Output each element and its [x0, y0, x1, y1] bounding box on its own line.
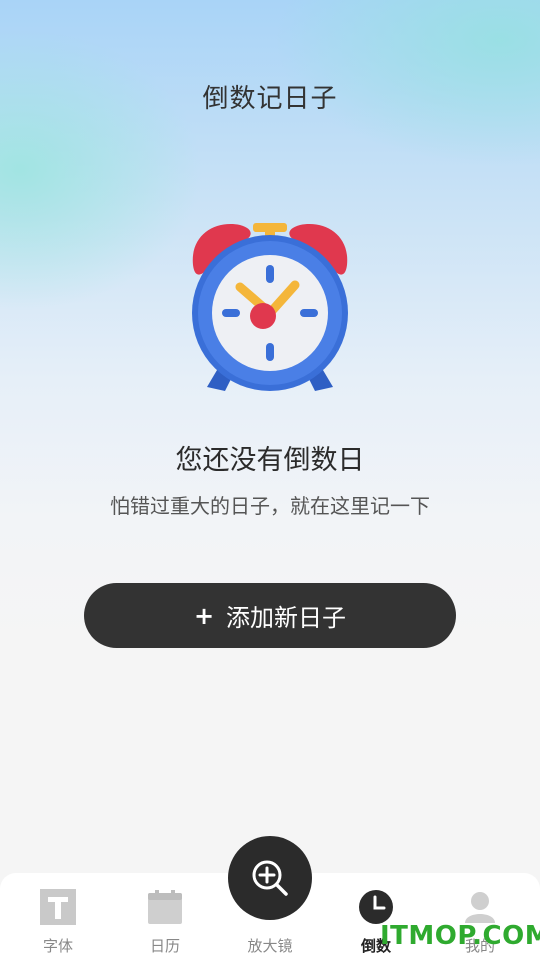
empty-state-subtitle: 怕错过重大的日子，就在这里记一下	[110, 494, 430, 518]
plus-icon: +	[193, 601, 215, 630]
empty-state-title: 您还没有倒数日	[175, 445, 365, 476]
magnifier-icon	[252, 860, 288, 896]
magnifier-fab-button[interactable]	[228, 836, 312, 920]
alarm-clock-icon	[192, 223, 348, 391]
page-title: 倒数记日子	[202, 84, 338, 114]
clock-icon	[359, 890, 393, 924]
calendar-icon	[148, 890, 182, 924]
tab-font-label: 字体	[42, 937, 73, 955]
tab-calendar[interactable]: 日历	[111, 873, 219, 960]
add-button-label: 添加新日子	[226, 604, 347, 632]
tab-magnifier-label: 放大镜	[247, 937, 293, 955]
tab-calendar-label: 日历	[149, 937, 180, 955]
add-new-day-button[interactable]: + 添加新日子	[84, 583, 456, 648]
user-icon	[465, 892, 495, 923]
tab-font[interactable]: 字体	[4, 873, 112, 960]
font-icon	[40, 889, 76, 925]
watermark: ITMOP.COM	[380, 921, 540, 951]
background	[0, 0, 540, 960]
